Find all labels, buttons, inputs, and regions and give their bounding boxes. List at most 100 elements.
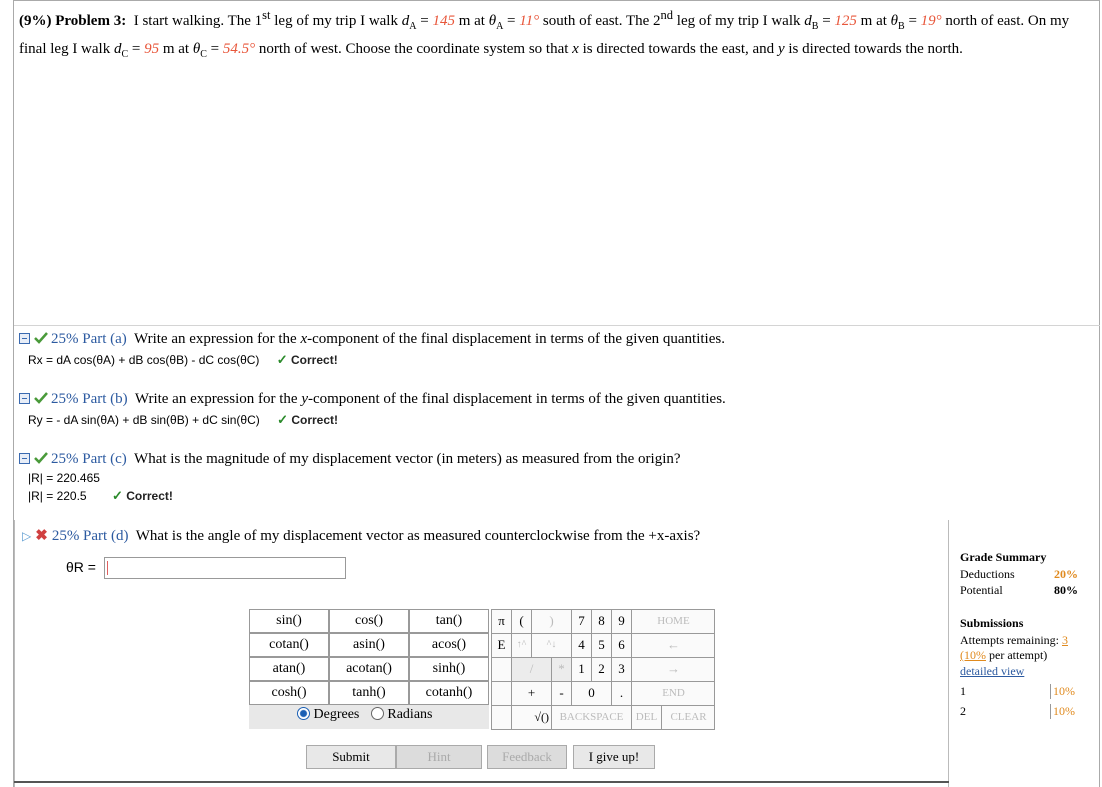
- radians-radio[interactable]: [370, 707, 384, 720]
- cotanh-button[interactable]: cotanh(): [409, 681, 489, 705]
- given-dA: 145: [432, 13, 455, 29]
- given-thetaA: 11°: [519, 13, 540, 29]
- part-a-answer-row: Rx = dA cos(θA) + dB cos(θB) - dC cos(θC…: [28, 352, 338, 368]
- submission-row-pct: 10%: [1050, 704, 1075, 719]
- acotan-button[interactable]: acotan(): [329, 657, 409, 681]
- eq: =: [206, 41, 223, 57]
- del-key[interactable]: DEL: [632, 706, 662, 730]
- problem-text: m at: [454, 13, 489, 29]
- var-y: y: [301, 391, 308, 407]
- part-c-answer-row: |R| = 220.5 ✓ Correct!: [28, 488, 173, 504]
- give-up-button[interactable]: I give up!: [573, 745, 655, 769]
- decimal-key[interactable]: .: [612, 682, 632, 706]
- plus-key[interactable]: +: [512, 682, 552, 706]
- key-4[interactable]: 4: [572, 634, 592, 658]
- key-0[interactable]: 0: [572, 682, 612, 706]
- var-sub: C: [200, 49, 207, 60]
- atan-button[interactable]: atan(): [249, 657, 329, 681]
- given-dC: 95: [144, 41, 160, 57]
- left-arrow-key[interactable]: ←: [632, 634, 715, 658]
- given-thetaB: 19°: [920, 13, 942, 29]
- part-label: 25% Part (c): [51, 451, 127, 467]
- text-caret: [107, 561, 108, 575]
- subscript-key[interactable]: ^↓: [532, 634, 572, 658]
- sin-button[interactable]: sin(): [249, 609, 329, 633]
- theta-r-label: θR =: [66, 559, 96, 575]
- submit-button[interactable]: Submit: [306, 745, 396, 769]
- potential-label: Potential: [960, 583, 1003, 597]
- problem-text: south of east. The 2: [539, 13, 661, 29]
- per-attempt-text: per attempt): [986, 648, 1048, 662]
- part-question: What is the magnitude of my displacement…: [134, 451, 681, 467]
- var-theta: θ: [890, 13, 899, 29]
- degrees-label: Degrees: [313, 707, 360, 722]
- feedback-button[interactable]: Feedback: [487, 745, 567, 769]
- tanh-button[interactable]: tanh(): [329, 681, 409, 705]
- sqrt-key[interactable]: √(): [512, 706, 552, 730]
- eq: =: [503, 13, 520, 29]
- close-paren-key[interactable]: ): [532, 610, 572, 634]
- open-paren-key[interactable]: (: [512, 610, 532, 634]
- part-question: What is the angle of my displacement vec…: [135, 528, 701, 544]
- collapse-icon[interactable]: [19, 453, 30, 464]
- x-mark-icon: ✖: [35, 528, 48, 544]
- problem-text: is directed towards the east, and: [578, 41, 778, 57]
- pi-key[interactable]: π: [492, 610, 512, 634]
- correct-badge: ✓ Correct!: [112, 488, 173, 503]
- var-x: x: [572, 41, 579, 57]
- multiply-key[interactable]: *: [552, 658, 572, 682]
- sinh-button[interactable]: sinh(): [409, 657, 489, 681]
- key-7[interactable]: 7: [572, 610, 592, 634]
- cosh-button[interactable]: cosh(): [249, 681, 329, 705]
- per-attempt-row: (10% per attempt): [960, 648, 1047, 663]
- asin-button[interactable]: asin(): [329, 633, 409, 657]
- tan-button[interactable]: tan(): [409, 609, 489, 633]
- problem-text: is directed towards the north.: [784, 41, 963, 57]
- given-dB: 125: [834, 13, 857, 29]
- clear-key[interactable]: CLEAR: [662, 706, 715, 730]
- part-b-answer-row: Ry = - dA sin(θA) + dB sin(θB) + dC sin(…: [28, 412, 338, 428]
- problem-text: I start walking. The 1: [133, 13, 263, 29]
- expand-arrow-icon[interactable]: ▷: [22, 529, 31, 543]
- e-key[interactable]: E: [492, 634, 512, 658]
- radians-label: Radians: [387, 707, 433, 722]
- key-9[interactable]: 9: [612, 610, 632, 634]
- detailed-view-link[interactable]: detailed view: [960, 664, 1024, 679]
- end-key[interactable]: END: [632, 682, 715, 706]
- key-1[interactable]: 1: [572, 658, 592, 682]
- deductions-label: Deductions: [960, 567, 1015, 581]
- key-3[interactable]: 3: [612, 658, 632, 682]
- part-question: Write an expression for the: [134, 331, 301, 347]
- minus-key[interactable]: -: [552, 682, 572, 706]
- problem-text: leg of my trip I walk: [270, 13, 402, 29]
- home-key[interactable]: HOME: [632, 610, 715, 634]
- problem-text: leg of my trip I walk: [673, 13, 805, 29]
- backspace-key[interactable]: BACKSPACE: [552, 706, 632, 730]
- blank-key: [492, 658, 512, 682]
- status-text: Correct!: [291, 413, 339, 427]
- var-sub: B: [898, 21, 905, 32]
- right-arrow-key[interactable]: →: [632, 658, 715, 682]
- submission-row-number: 2: [960, 704, 966, 718]
- key-5[interactable]: 5: [592, 634, 612, 658]
- degrees-radio[interactable]: [297, 707, 310, 720]
- collapse-icon[interactable]: [19, 333, 30, 344]
- key-6[interactable]: 6: [612, 634, 632, 658]
- key-8[interactable]: 8: [592, 610, 612, 634]
- checkmark-icon: ✓: [277, 412, 288, 427]
- problem-text: north of west. Choose the coordinate sys…: [255, 41, 573, 57]
- bottom-divider: [14, 781, 949, 783]
- superscript-key[interactable]: ↑^: [512, 634, 532, 658]
- eq: =: [416, 13, 433, 29]
- correct-badge: ✓ Correct!: [277, 412, 339, 427]
- acos-button[interactable]: acos(): [409, 633, 489, 657]
- cotan-button[interactable]: cotan(): [249, 633, 329, 657]
- cos-button[interactable]: cos(): [329, 609, 409, 633]
- hint-button[interactable]: Hint: [396, 745, 482, 769]
- eq: =: [128, 41, 145, 57]
- key-2[interactable]: 2: [592, 658, 612, 682]
- collapse-icon[interactable]: [19, 393, 30, 404]
- divide-key[interactable]: /: [512, 658, 552, 682]
- problem-text: m at: [159, 41, 193, 57]
- answer-input[interactable]: [104, 557, 346, 579]
